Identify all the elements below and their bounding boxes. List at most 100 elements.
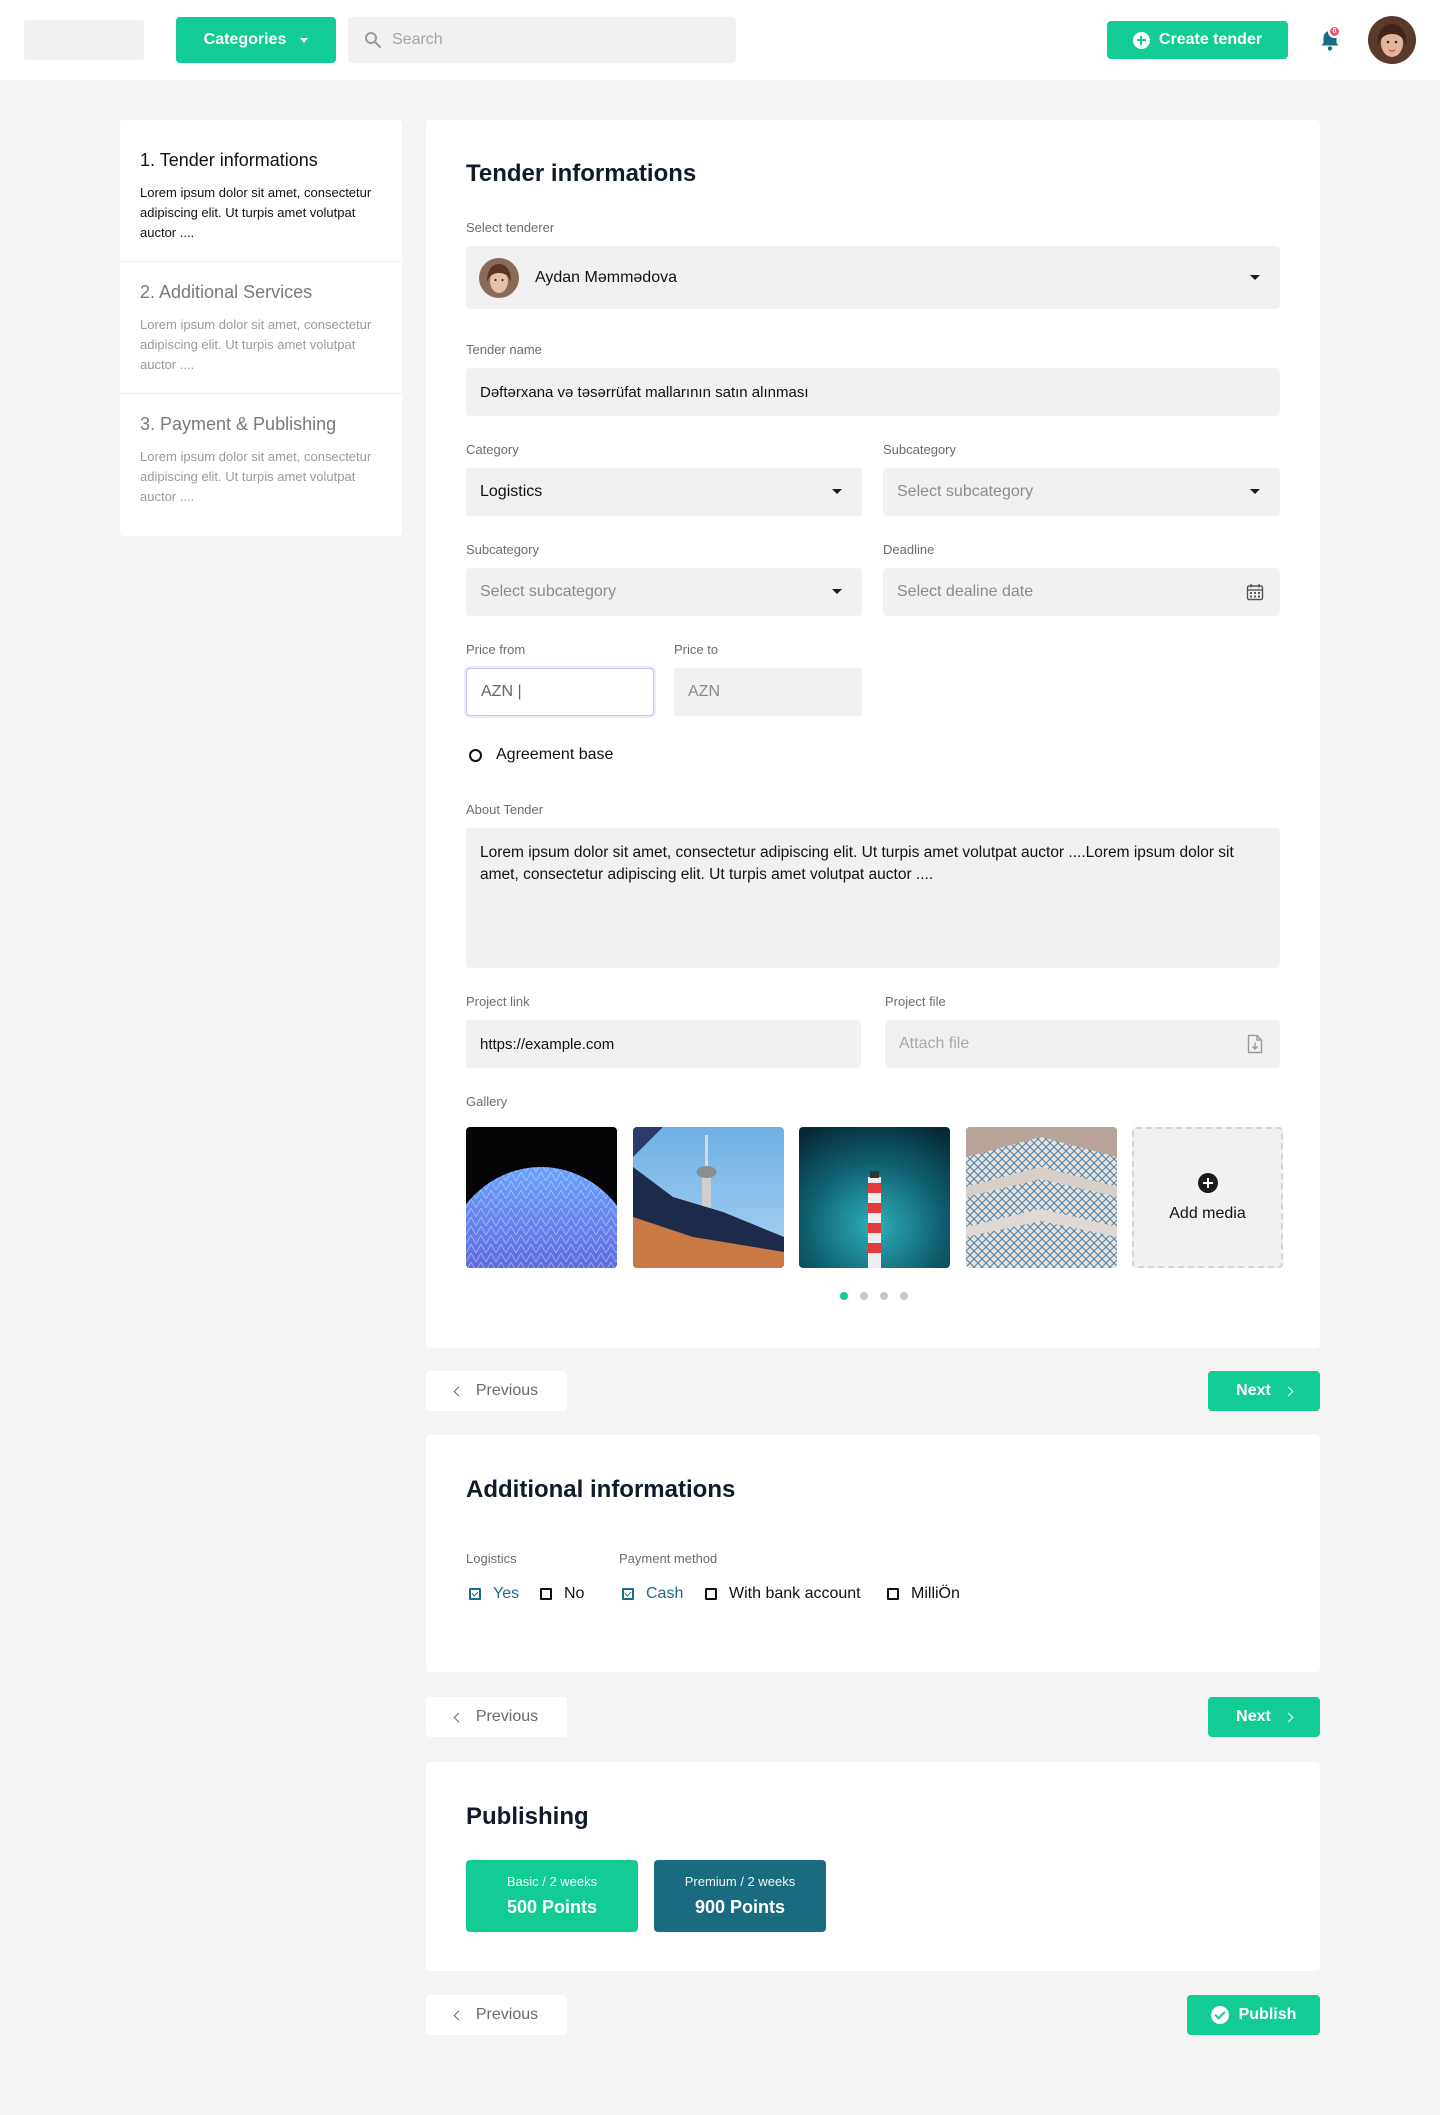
publish-label: Publish [1238,2006,1297,2023]
agreement-base-label: Agreement base [496,746,614,763]
gallery-label: Gallery [466,1094,508,1109]
payment-million-checkbox[interactable]: MilliÖn [887,1585,960,1603]
step-title: 2. Additional Services [140,282,313,302]
tender-informations-card: Tender informations Select tenderer Ayda… [426,120,1320,1348]
chevron-left-icon [453,1712,464,1722]
file-upload-icon[interactable] [1247,1034,1263,1054]
caret-down-icon [300,37,309,43]
previous-label: Previous [475,1708,539,1725]
deadline-label: Deadline [883,542,935,557]
card-title: Publishing [466,1803,589,1830]
plan-period: Basic / 2 weeks [506,1874,598,1889]
next-button[interactable]: Next [1208,1697,1320,1737]
gallery-image-tower[interactable] [633,1127,784,1268]
top-header: Categories Create tender 0 [0,0,1440,80]
tender-name-input[interactable]: Dəftərxana və təsərrüfat mallarının satı… [466,368,1280,416]
checkbox-label: No [564,1585,585,1602]
price-to-label: Price to [674,642,719,657]
next-button[interactable]: Next [1208,1371,1320,1411]
logistics-label: Logistics [466,1551,517,1566]
publish-button[interactable]: Publish [1187,1995,1320,2035]
payment-bank-checkbox[interactable]: With bank account [705,1585,861,1603]
add-media-button[interactable]: Add media [1132,1127,1283,1268]
checkbox-icon [540,1588,552,1600]
tender-name-label: Tender name [466,342,542,357]
logistics-no-checkbox[interactable]: No [540,1585,584,1603]
user-avatar[interactable] [1368,16,1416,64]
deadline-input[interactable]: Select dealine date [883,568,1280,616]
category-label: Category [466,442,519,457]
previous-button[interactable]: Previous [426,1371,567,1411]
plan-premium[interactable]: Premium / 2 weeks 900 Points [654,1860,826,1932]
create-tender-button[interactable]: Create tender [1107,21,1288,59]
subcategory-label: Subcategory [883,442,956,457]
previous-button[interactable]: Previous [426,1697,567,1737]
steps-sidebar: 1. Tender informations Lorem ipsum dolor… [120,120,402,536]
step-tender-informations[interactable]: 1. Tender informations Lorem ipsum dolor… [120,150,402,243]
card-title: Additional informations [466,1476,736,1503]
check-circle-icon [1210,2006,1229,2024]
previous-button[interactable]: Previous [426,1995,567,2035]
tenderer-name: Aydan Məmmədova [535,268,677,286]
gallery-pager [840,1292,908,1300]
about-tender-textarea[interactable]: Lorem ipsum dolor sit amet, consectetur … [466,828,1280,968]
pager-dot[interactable] [880,1292,888,1300]
next-label: Next [1236,1708,1271,1725]
checkbox-label: MilliÖn [911,1585,960,1602]
categories-button[interactable]: Categories [176,17,336,63]
tenderer-avatar [479,257,519,298]
project-link-label: Project link [466,994,530,1009]
plus-circle-icon [1197,1172,1218,1193]
publishing-card: Publishing Basic / 2 weeks 500 Points Pr… [426,1762,1320,1971]
notification-badge: 0 [1328,25,1341,38]
gallery-image-arch[interactable] [966,1127,1117,1268]
checkbox-checked-icon [622,1588,634,1600]
project-file-input[interactable]: Attach file [885,1020,1280,1068]
plan-period: Premium / 2 weeks [684,1874,796,1889]
step-title: 3. Payment & Publishing [140,414,337,434]
category-value: Logistics [480,483,543,500]
price-to-input[interactable]: AZN [674,668,862,716]
step-description: Lorem ipsum dolor sit amet, consectetur … [140,317,372,372]
search-icon [365,32,381,48]
category-select[interactable]: Logistics [466,468,862,516]
categories-label: Categories [203,31,287,48]
plan-basic[interactable]: Basic / 2 weeks 500 Points [466,1860,638,1932]
calendar-icon[interactable] [1246,583,1264,601]
subcategory-2-select[interactable]: Select subcategory [466,568,862,616]
step-payment-publishing[interactable]: 3. Payment & Publishing Lorem ipsum dolo… [120,414,402,507]
checkbox-checked-icon [469,1588,481,1600]
subcategory-2-placeholder: Select subcategory [480,583,617,600]
pager-dot[interactable] [900,1292,908,1300]
divider [120,393,402,394]
search-bar[interactable] [348,17,736,63]
gallery-image-dome[interactable] [466,1127,617,1268]
project-file-label: Project file [885,994,946,1009]
tenderer-label: Select tenderer [466,220,555,235]
payment-cash-checkbox[interactable]: Cash [622,1585,683,1603]
pager-dot[interactable] [840,1292,848,1300]
about-tender-label: About Tender [466,802,544,817]
pager-dot[interactable] [860,1292,868,1300]
step-description: Lorem ipsum dolor sit amet, consectetur … [140,185,372,240]
price-from-input[interactable]: AZN | [466,668,654,716]
step-additional-services[interactable]: 2. Additional Services Lorem ipsum dolor… [120,282,402,375]
gallery-image-lighthouse[interactable] [799,1127,950,1268]
step-description: Lorem ipsum dolor sit amet, consectetur … [140,449,372,504]
chevron-right-icon [1283,1712,1294,1722]
file-placeholder: Attach file [899,1035,970,1052]
checkbox-icon [705,1588,717,1600]
logo-placeholder[interactable] [24,20,144,60]
payment-method-label: Payment method [619,1551,718,1566]
step-title: 1. Tender informations [140,150,318,170]
price-from-label: Price from [466,642,526,657]
search-input[interactable] [392,31,692,49]
subcategory-select[interactable]: Select subcategory [883,468,1280,516]
logistics-yes-checkbox[interactable]: Yes [469,1585,519,1603]
tenderer-select[interactable]: Aydan Məmmədova [466,246,1280,309]
create-tender-label: Create tender [1158,31,1263,48]
previous-label: Previous [475,2006,539,2023]
checkbox-label: Cash [646,1585,684,1602]
project-link-input[interactable]: https://example.com [466,1020,861,1068]
agreement-base-radio[interactable]: Agreement base [469,746,613,764]
